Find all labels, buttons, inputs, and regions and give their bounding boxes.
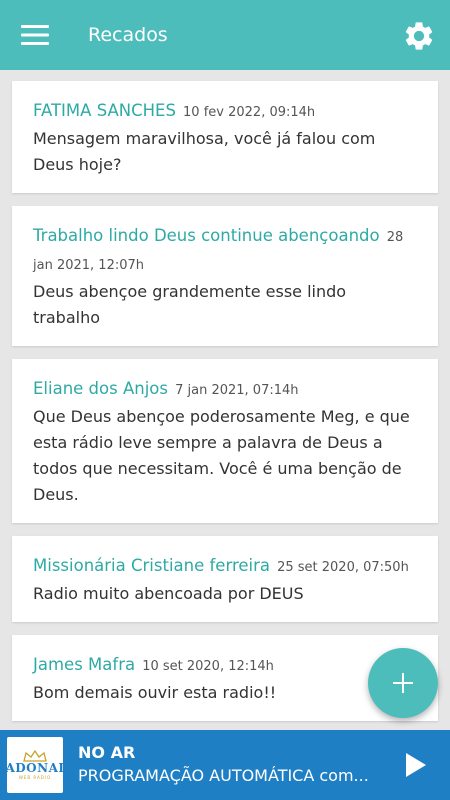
program-title: PROGRAMAÇÃO AUTOMÁTICA com...: [78, 766, 369, 785]
app-bar: Recados: [0, 0, 450, 70]
message-text: Deus abençoe grandemente esse lindo trab…: [33, 282, 347, 327]
message-card[interactable]: FATIMA SANCHES 10 fev 2022, 09:14h Mensa…: [12, 81, 438, 193]
message-time: 10 fev 2022, 09:14h: [183, 105, 316, 120]
message-time: 10 set 2020, 12:14h: [142, 659, 274, 674]
message-text: Radio muito abencoada por DEUS: [33, 584, 304, 603]
message-time: 25 set 2020, 07:50h: [277, 560, 409, 575]
settings-button[interactable]: [402, 19, 436, 53]
messages-list[interactable]: FATIMA SANCHES 10 fev 2022, 09:14h Mensa…: [0, 70, 450, 730]
message-text: Bom demais ouvir esta radio!!: [33, 683, 277, 702]
message-text: Que Deus abençoe poderosamente Meg, e qu…: [33, 407, 410, 504]
crown-icon: [23, 749, 47, 762]
message-time: 7 jan 2021, 07:14h: [175, 383, 299, 398]
station-logo: ADONAI WEB RADIO: [5, 737, 65, 793]
message-text: Mensagem maravilhosa, você já falou com …: [33, 129, 376, 174]
message-card[interactable]: Trabalho lindo Deus continue abençoando …: [12, 206, 438, 346]
menu-button[interactable]: [0, 0, 70, 70]
message-card[interactable]: Eliane dos Anjos 7 jan 2021, 07:14h Que …: [12, 359, 438, 523]
message-author: Trabalho lindo Deus continue abençoando: [33, 226, 380, 245]
plus-icon: [393, 673, 413, 693]
gear-icon: [405, 22, 433, 50]
play-icon: [406, 753, 426, 777]
message-author: Missionária Cristiane ferreira: [33, 556, 270, 575]
message-card[interactable]: Missionária Cristiane ferreira 25 set 20…: [12, 536, 438, 622]
logo-text: ADONAI: [5, 760, 65, 775]
logo-subtext: WEB RADIO: [18, 774, 52, 780]
add-message-button[interactable]: [368, 648, 438, 718]
page-title: Recados: [88, 24, 168, 46]
message-author: Eliane dos Anjos: [33, 379, 168, 398]
message-author: FATIMA SANCHES: [33, 101, 176, 120]
on-air-label: NO AR: [78, 743, 136, 762]
play-button[interactable]: [402, 752, 428, 778]
player-info: NO AR PROGRAMAÇÃO AUTOMÁTICA com...: [78, 742, 388, 788]
radio-player-bar[interactable]: ADONAI WEB RADIO NO AR PROGRAMAÇÃO AUTOM…: [0, 730, 450, 800]
hamburger-icon: [21, 25, 49, 45]
message-author: James Mafra: [33, 655, 136, 674]
